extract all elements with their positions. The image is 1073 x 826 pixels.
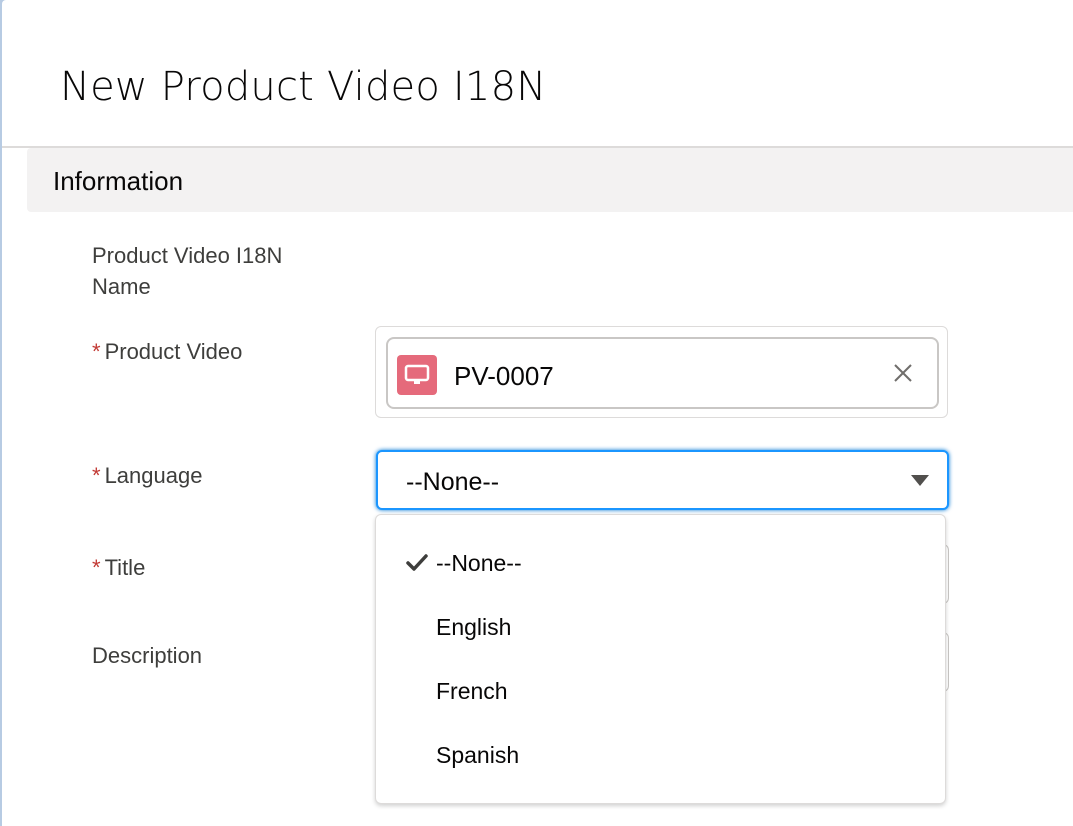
name-label-line1: Product Video I18N [92, 243, 283, 268]
check-icon [406, 552, 428, 574]
modal-header: New Product Video I18N [2, 0, 1073, 148]
title-field-label: * Title [92, 552, 145, 583]
section-title: Information [53, 166, 184, 196]
product-video-selected-pill[interactable]: PV-0007 [386, 337, 939, 409]
caret-down-icon [911, 475, 929, 486]
required-marker: * [92, 339, 101, 364]
language-label: Language [104, 463, 203, 488]
title-label: Title [104, 555, 146, 580]
language-selected-value: --None-- [406, 468, 500, 496]
clear-selection-icon[interactable] [889, 359, 917, 387]
option-label: English [436, 614, 512, 640]
option-label: --None-- [436, 550, 522, 576]
product-video-field-label: * Product Video [92, 336, 242, 367]
video-monitor-icon [397, 355, 437, 395]
new-record-modal: New Product Video I18N Information Produ… [2, 0, 1073, 826]
product-video-value: PV-0007 [454, 361, 554, 391]
language-option-spanish[interactable]: Spanish [376, 726, 945, 786]
language-combobox[interactable]: --None-- [376, 450, 949, 510]
product-video-label: Product Video [104, 339, 243, 364]
language-field-label: * Language [92, 460, 202, 491]
description-field-label: Description [92, 640, 202, 671]
description-label: Description [92, 643, 203, 668]
modal-title: New Product Video I18N [60, 64, 547, 110]
option-label: French [436, 678, 508, 704]
name-label-line2: Name [92, 274, 151, 299]
name-field-label: Product Video I18N Name [92, 240, 282, 302]
section-header-information[interactable]: Information [27, 148, 1073, 212]
language-option-english[interactable]: English [376, 598, 945, 658]
language-option-french[interactable]: French [376, 662, 945, 722]
language-dropdown-listbox: --None-- English French Spanish [375, 514, 946, 804]
language-option-none[interactable]: --None-- [376, 534, 945, 594]
option-label: Spanish [436, 742, 520, 768]
product-video-lookup: PV-0007 [375, 326, 948, 418]
required-marker: * [92, 463, 101, 488]
required-marker: * [92, 555, 101, 580]
